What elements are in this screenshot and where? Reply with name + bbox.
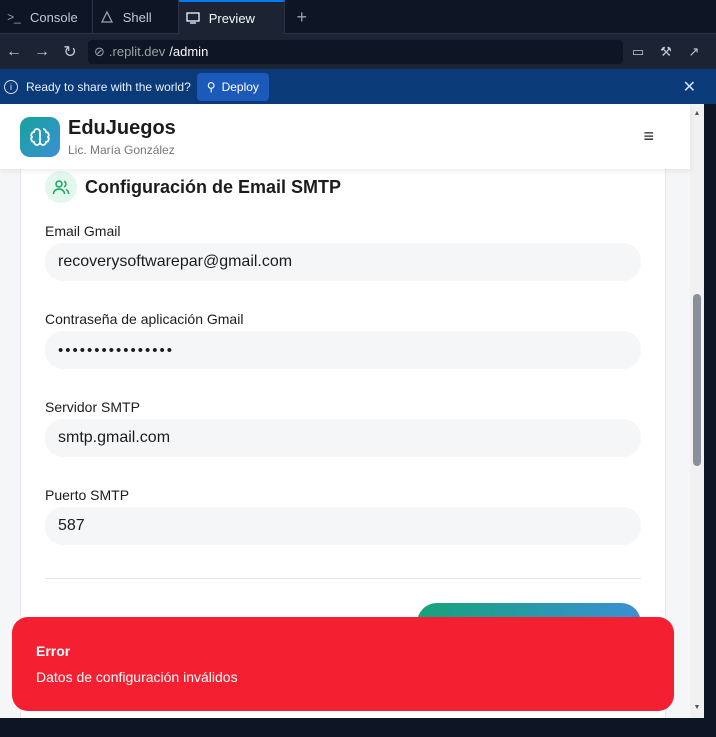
bottom-strip (0, 718, 716, 737)
scroll-thumb[interactable] (693, 294, 701, 466)
deploy-banner: i Ready to share with the world? ⚲ Deplo… (0, 69, 716, 104)
add-tab-button[interactable]: + (285, 0, 319, 34)
url-path: /admin (169, 44, 209, 59)
divider (45, 578, 641, 579)
toast-message: Datos de configuración inválidos (36, 669, 238, 685)
tab-shell[interactable]: Shell (93, 0, 179, 34)
devices-icon[interactable]: ▭ (626, 38, 650, 66)
tab-console[interactable]: >_ Console (0, 0, 93, 34)
deploy-icon: ⚲ (206, 79, 216, 94)
smtp-server-field[interactable]: smtp.gmail.com (45, 419, 641, 457)
info-icon: i (4, 79, 18, 94)
error-toast[interactable]: Error Datos de configuración inválidos (12, 617, 674, 711)
users-icon (45, 171, 77, 203)
reload-icon[interactable]: ↻ (56, 38, 84, 66)
scroll-up-arrow-icon[interactable]: ▲ (693, 110, 701, 117)
card-title: Configuración de Email SMTP (85, 176, 342, 197)
url-bar: ← → ↻ ⊘ .replit.dev/admin ▭ ⚒ ↗ (0, 34, 716, 69)
brand-subtitle: Lic. María González (68, 142, 175, 157)
email-label: Email Gmail (45, 223, 121, 239)
preview-viewport: EduJuegos Lic. María González ≡ Configur… (0, 104, 704, 718)
external-link-icon[interactable]: ↗ (682, 38, 706, 66)
shell-icon (99, 9, 115, 25)
link-icon: ⊘ (94, 43, 105, 59)
deploy-label: Deploy (221, 79, 259, 94)
tab-preview[interactable]: Preview (178, 0, 285, 34)
password-field[interactable]: •••••••••••••••• (45, 331, 641, 369)
tab-bar: >_ Console Shell Preview + (0, 0, 716, 34)
close-icon[interactable]: ✕ (683, 77, 696, 97)
monitor-icon (185, 10, 201, 26)
email-field[interactable]: recoverysoftwarepar@gmail.com (45, 243, 641, 281)
server-label: Servidor SMTP (45, 399, 140, 415)
scroll-down-arrow-icon[interactable]: ▼ (693, 704, 701, 711)
scrollbar[interactable]: ▲ ▼ (690, 104, 704, 718)
tab-console-label: Console (30, 9, 78, 25)
tab-shell-label: Shell (122, 9, 152, 25)
app-header: EduJuegos Lic. María González ≡ (0, 104, 690, 169)
url-input[interactable]: ⊘ .replit.dev/admin (88, 39, 623, 64)
port-label: Puerto SMTP (45, 487, 130, 503)
hamburger-menu-icon[interactable]: ≡ (643, 126, 654, 147)
wrench-icon[interactable]: ⚒ (654, 38, 678, 66)
terminal-icon: >_ (7, 10, 21, 24)
forward-arrow-icon[interactable]: → (28, 38, 56, 66)
brand-title: EduJuegos (68, 116, 176, 139)
banner-text: Ready to share with the world? (26, 79, 191, 94)
url-host: .replit.dev (108, 44, 166, 59)
brain-logo-icon (20, 116, 60, 157)
toast-title: Error (36, 643, 71, 659)
deploy-button[interactable]: ⚲ Deploy (196, 72, 269, 101)
tab-preview-label: Preview (208, 10, 255, 26)
smtp-port-field[interactable]: 587 (45, 507, 641, 545)
password-label: Contraseña de aplicación Gmail (45, 311, 244, 327)
back-arrow-icon[interactable]: ← (0, 38, 28, 66)
